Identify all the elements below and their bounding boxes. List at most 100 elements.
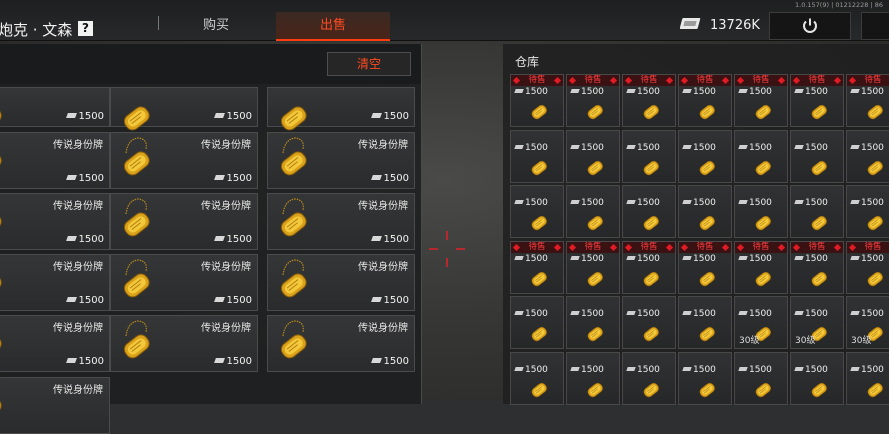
warehouse-item[interactable]: 1500 [678,296,732,349]
sell-list-item[interactable]: 1500 [0,87,110,131]
warehouse-item[interactable]: 1500 [510,130,564,183]
warehouse-item[interactable]: 1500 [622,130,676,183]
sell-list-item[interactable]: 传说身份牌 1500 [267,193,415,250]
help-button[interactable]: ? [78,21,93,36]
warehouse-item[interactable]: 1500 [622,296,676,349]
item-price: 1500 [67,234,104,245]
exit-button[interactable] [769,12,851,40]
item-name: 传说身份牌 [53,323,103,334]
warehouse-item[interactable]: 1500 [678,185,732,238]
warehouse-item[interactable]: 1500 [790,185,844,238]
warehouse-item[interactable]: 待售 1500 [678,74,732,127]
pending-sale-badge: 待售 [567,242,619,253]
clear-button[interactable]: 清空 [327,52,411,76]
sell-list-item[interactable]: 1500 [110,87,258,131]
warehouse-item[interactable]: 待售 1500 [622,241,676,294]
warehouse-item[interactable]: 待售 1500 [790,74,844,127]
warehouse-item[interactable]: 1500 [566,185,620,238]
warehouse-item[interactable]: 1500 [510,185,564,238]
warehouse-item[interactable]: 1500 [566,130,620,183]
warehouse-item[interactable]: 待售 1500 [790,241,844,294]
warehouse-item[interactable]: 1500 [510,296,564,349]
warehouse-item[interactable]: 待售 1500 [566,74,620,127]
sell-list-item[interactable]: 传说身份牌 1500 [110,193,258,250]
warehouse-item[interactable]: 待售 1500 [566,241,620,294]
dog-tag-icon [531,104,547,120]
warehouse-item[interactable]: 1500 [510,352,564,405]
warehouse-item[interactable]: 待售 1500 [678,241,732,294]
dog-tag-icon [755,160,771,176]
item-price: 1500 [67,295,104,306]
warehouse-item[interactable]: 1500 [622,185,676,238]
tab-divider [158,16,159,30]
warehouse-item[interactable]: 待售 1500 [510,74,564,127]
sell-list-header: 清空 [0,44,421,84]
sell-list-item[interactable]: 传说身份牌 1500 [267,254,415,311]
sell-list-item[interactable]: 传说身份牌 1500 [267,132,415,189]
dog-tag-icon [699,160,715,176]
warehouse-item[interactable]: 1500 [846,130,889,183]
warehouse-item[interactable]: 1500 [622,352,676,405]
warehouse-item[interactable]: 1500 [846,352,889,405]
warehouse-item[interactable]: 待售 1500 [622,74,676,127]
sell-list-item[interactable]: 传说身份牌 1500 [0,132,110,189]
warehouse-item[interactable]: 1500 [790,130,844,183]
sell-list-item[interactable]: 传说身份牌 [0,377,110,434]
warehouse-item[interactable]: 1500 [678,130,732,183]
tab-sell[interactable]: 出售 [276,12,390,41]
dog-tag-icon [867,104,883,120]
warehouse-item[interactable]: 待售 1500 [510,241,564,294]
warehouse-item[interactable]: 1500 [678,352,732,405]
warehouse-item[interactable]: 1500 [790,352,844,405]
item-price: 1500 [215,173,252,184]
dog-tag-icon [587,326,603,342]
sell-list-item[interactable]: 传说身份牌 1500 [110,254,258,311]
item-name: 传说身份牌 [358,262,408,273]
warehouse-item[interactable]: 1500 [734,185,788,238]
dog-tag-icon [867,215,883,231]
sell-list-item[interactable]: 传说身份牌 1500 [267,315,415,372]
pending-sale-badge: 待售 [847,242,889,253]
warehouse-item[interactable]: 1500 [734,352,788,405]
item-name: 传说身份牌 [53,140,103,151]
sell-list-item[interactable]: 传说身份牌 1500 [0,315,110,372]
warehouse-item[interactable]: 1500 [734,130,788,183]
item-name: 传说身份牌 [358,323,408,334]
menu-button[interactable] [861,12,889,40]
dog-tag-icon [811,215,827,231]
warehouse-item[interactable]: 1500 [566,352,620,405]
warehouse-item[interactable]: 1500 30级 [846,296,889,349]
dog-tag-icon [587,104,603,120]
dog-tag-icon [587,160,603,176]
dog-tag-icon [587,382,603,398]
warehouse-item[interactable]: 1500 30级 [790,296,844,349]
warehouse-item[interactable]: 待售 1500 [734,241,788,294]
warehouse-item[interactable]: 待售 1500 [846,241,889,294]
dog-tag-icon [643,160,659,176]
item-level: 30级 [739,336,760,346]
dog-tag-icon [867,271,883,287]
sell-list-item[interactable]: 1500 [267,87,415,131]
dog-tag-icon [123,259,150,298]
item-level: 30级 [795,336,816,346]
top-bar: 炮克 · 文森 ? 购买 出售 13726K 1.0.157(9) | 0121… [0,0,889,41]
sell-list-item[interactable]: 传说身份牌 1500 [110,132,258,189]
warehouse-item[interactable]: 待售 1500 [734,74,788,127]
version-text: 1.0.157(9) | 01212228 | 86 [795,1,884,9]
item-name: 传说身份牌 [358,201,408,212]
dog-tag-icon [699,271,715,287]
item-price: 1500 [372,234,409,245]
warehouse-item[interactable]: 待售 1500 [846,74,889,127]
dog-tag-icon [643,215,659,231]
warehouse-item[interactable]: 1500 [566,296,620,349]
warehouse-item[interactable]: 1500 30级 [734,296,788,349]
sell-list-item[interactable]: 传说身份牌 1500 [0,254,110,311]
dog-tag-icon [699,215,715,231]
sell-list-item[interactable]: 传说身份牌 1500 [110,315,258,372]
tab-buy[interactable]: 购买 [160,12,272,39]
warehouse-item[interactable]: 1500 [846,185,889,238]
pending-sale-badge: 待售 [791,75,843,86]
item-price: 1500 [215,295,252,306]
pending-sale-badge: 待售 [623,75,675,86]
sell-list-item[interactable]: 传说身份牌 1500 [0,193,110,250]
